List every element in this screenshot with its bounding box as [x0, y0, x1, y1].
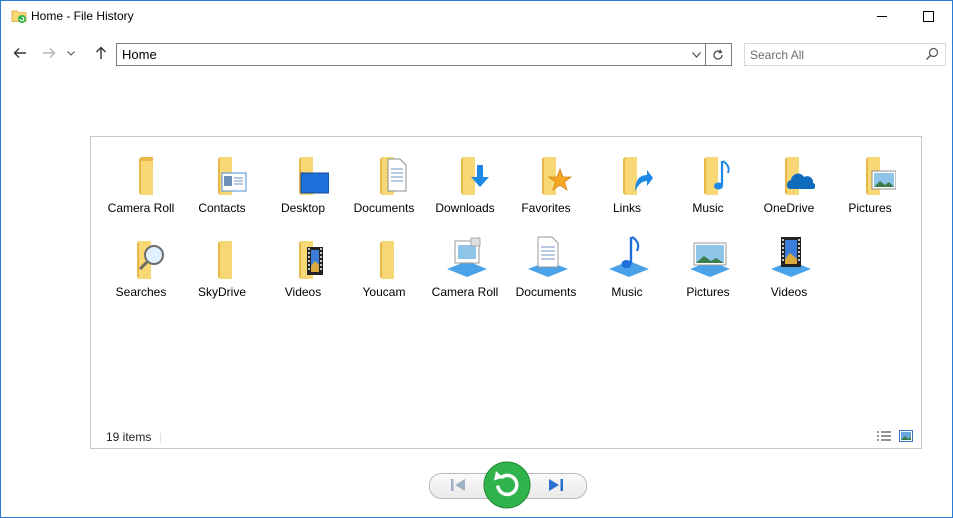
item-label: Documents [515, 285, 577, 299]
folder-desktop-icon [299, 157, 329, 195]
details-view-button[interactable] [876, 429, 892, 443]
search-input[interactable] [745, 44, 920, 65]
address-text: Home [122, 47, 157, 62]
forward-button[interactable] [39, 43, 59, 63]
address-dropdown-button[interactable] [687, 44, 705, 65]
recent-locations-button[interactable] [64, 43, 78, 63]
library-item[interactable]: Music [590, 227, 664, 307]
library-documents-icon [528, 236, 568, 277]
next-version-button[interactable] [545, 473, 567, 497]
next-version-icon [549, 479, 563, 491]
refresh-icon [713, 49, 723, 60]
item-count: 19 items [106, 430, 152, 444]
folder-downloads-icon [461, 157, 489, 195]
folder-music-icon [704, 157, 730, 195]
folder-item[interactable]: Youcam [347, 227, 421, 307]
folder-item[interactable]: Contacts [185, 143, 259, 223]
library-item[interactable]: Camera Roll [428, 227, 502, 307]
item-label: Youcam [362, 285, 406, 299]
address-bar[interactable]: Home [116, 43, 706, 66]
minimize-icon [877, 15, 887, 17]
folder-favorites-icon [542, 157, 572, 195]
maximize-icon [922, 10, 934, 22]
folder-item[interactable]: Pictures [833, 143, 907, 223]
folder-item[interactable]: Camera Roll [104, 143, 178, 223]
up-arrow-icon [96, 46, 106, 59]
restore-icon [483, 461, 531, 509]
library-item[interactable]: Documents [509, 227, 583, 307]
library-music-icon [609, 236, 649, 277]
folder-videos-icon [299, 241, 323, 279]
folder-item[interactable]: Documents [347, 143, 421, 223]
item-label: Videos [770, 285, 808, 299]
back-arrow-icon [13, 48, 26, 58]
item-label: Favorites [521, 201, 571, 215]
item-label: Searches [115, 285, 167, 299]
navigation-bar: Home [1, 39, 952, 69]
library-item[interactable]: Pictures [671, 227, 745, 307]
previous-version-button[interactable] [447, 473, 469, 497]
library-pictures-icon [690, 242, 730, 277]
window-title: Home - File History [31, 9, 134, 23]
folder-item[interactable]: Music [671, 143, 745, 223]
large-icons-view-button[interactable] [898, 429, 914, 443]
library-item[interactable]: Videos [752, 227, 826, 307]
item-label: SkyDrive [197, 285, 246, 299]
folder-item[interactable]: Desktop [266, 143, 340, 223]
item-label: Camera Roll [107, 201, 175, 215]
large-icons-view-icon [899, 430, 913, 442]
folder-contacts-icon [218, 157, 247, 195]
item-label: Music [692, 201, 724, 215]
search-icon [926, 47, 939, 60]
item-label: Pictures [848, 201, 892, 215]
maximize-button[interactable] [905, 1, 951, 31]
back-button[interactable] [10, 43, 30, 63]
refresh-button[interactable] [705, 43, 732, 66]
folder-item[interactable]: Links [590, 143, 664, 223]
item-label: Desktop [280, 201, 326, 215]
item-label: Downloads [435, 201, 495, 215]
item-label: Links [612, 201, 641, 215]
previous-version-icon [451, 479, 465, 491]
folder-item[interactable]: Searches [104, 227, 178, 307]
folder-skydrive-icon [218, 241, 232, 279]
status-divider [160, 433, 161, 443]
restore-button[interactable] [483, 461, 531, 509]
chevron-down-icon [67, 50, 75, 56]
item-label: Pictures [686, 285, 730, 299]
folder-item[interactable]: OneDrive [752, 143, 826, 223]
item-label: Documents [353, 201, 415, 215]
library-camera-roll-icon [447, 237, 487, 277]
item-label: OneDrive [763, 201, 815, 215]
folder-item[interactable]: Favorites [509, 143, 583, 223]
folder-documents-icon [380, 157, 407, 195]
folder-youcam-icon [380, 241, 394, 279]
minimize-button[interactable] [859, 1, 905, 31]
folder-item[interactable]: Downloads [428, 143, 502, 223]
file-history-window: Home - File History Home Search All Came… [0, 0, 953, 518]
folder-links-icon [623, 157, 653, 195]
folder-item[interactable]: Videos [266, 227, 340, 307]
details-view-icon [877, 431, 891, 441]
item-label: Videos [284, 285, 322, 299]
folder-item[interactable]: SkyDrive [185, 227, 259, 307]
up-button[interactable] [91, 43, 111, 63]
forward-arrow-icon [43, 48, 56, 58]
playback-controls [429, 461, 587, 509]
chevron-down-icon [691, 51, 701, 58]
title-bar: Home - File History [1, 1, 952, 31]
library-videos-icon [771, 237, 811, 277]
folder-pictures-icon [866, 157, 896, 195]
file-history-icon [11, 10, 27, 23]
folder-camera-roll-icon [139, 157, 153, 195]
search-box[interactable] [744, 43, 946, 66]
item-label: Contacts [198, 201, 246, 215]
item-label: Camera Roll [431, 285, 499, 299]
folder-onedrive-icon [785, 157, 815, 195]
item-label: Music [611, 285, 643, 299]
folder-searches-icon [137, 241, 164, 279]
file-list-panel: Camera Roll Contacts Desktop Documents D… [90, 136, 922, 449]
